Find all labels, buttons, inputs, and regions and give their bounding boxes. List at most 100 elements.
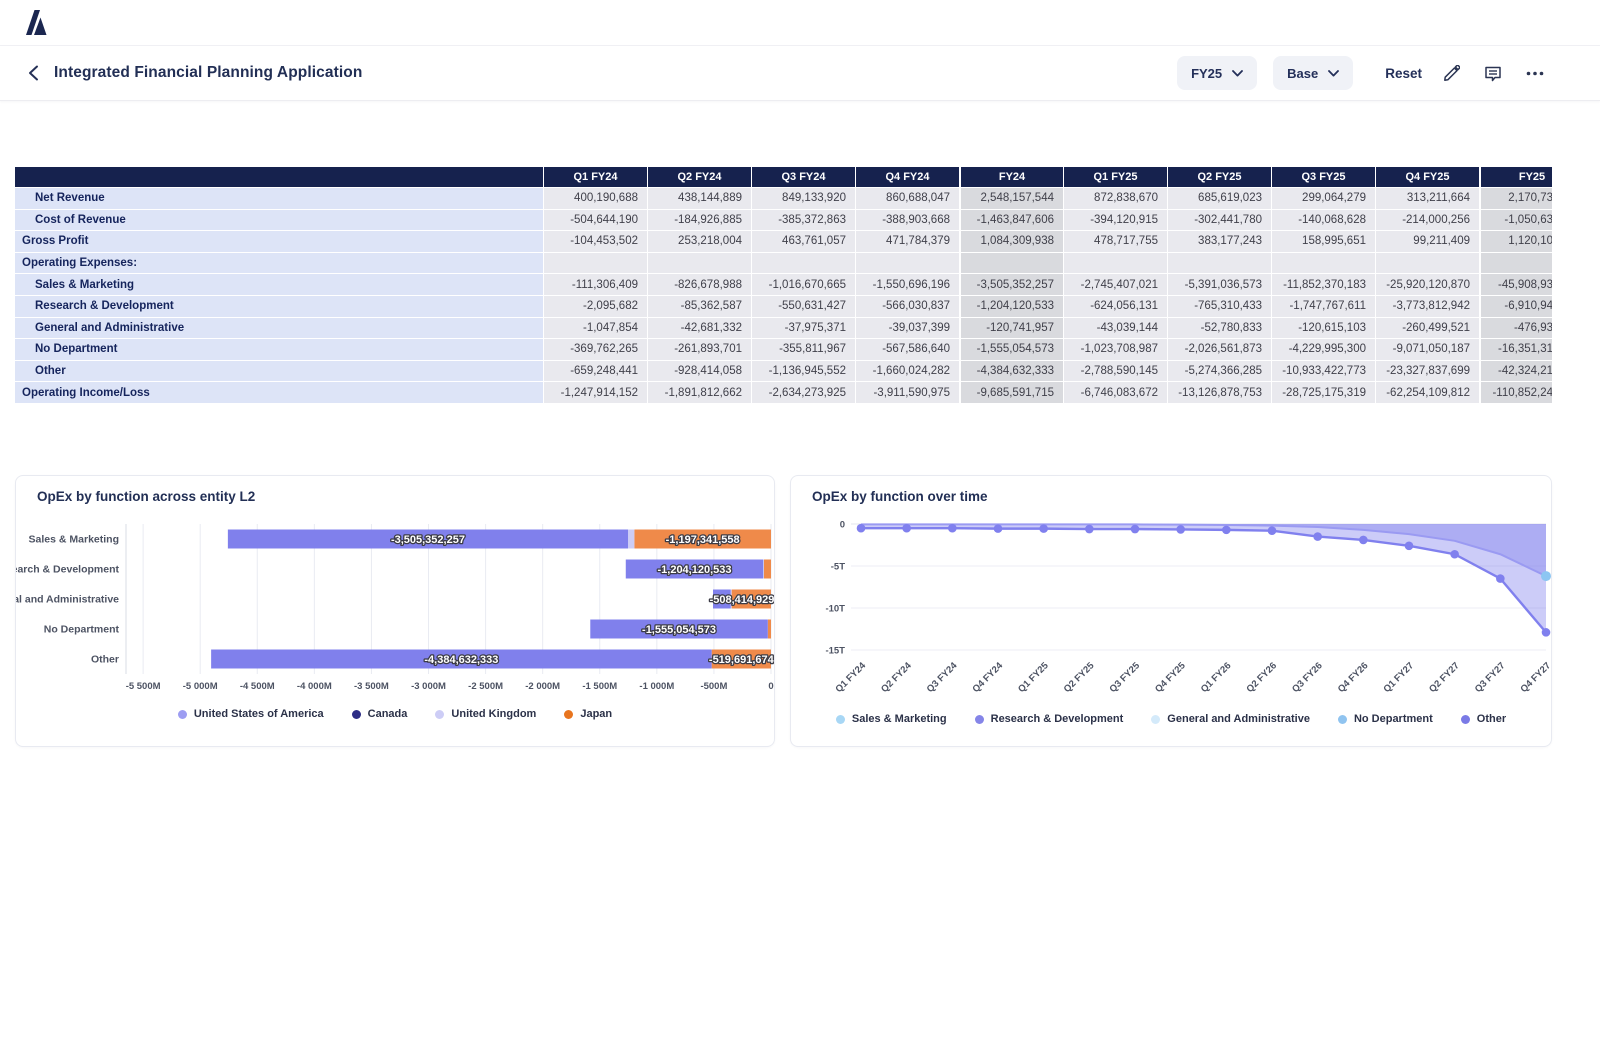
column-header[interactable]: Q3 FY24 [751, 167, 855, 188]
column-header[interactable]: Q1 FY24 [543, 167, 647, 188]
column-header[interactable]: Q3 FY25 [1271, 167, 1375, 188]
legend-item[interactable]: Sales & Marketing [836, 713, 947, 725]
data-point[interactable] [1405, 542, 1414, 551]
cell-value[interactable]: -62,254,109,812 [1375, 382, 1479, 404]
column-header[interactable]: Q4 FY25 [1375, 167, 1479, 188]
column-header[interactable]: FY24 [959, 167, 1063, 188]
row-label[interactable]: Operating Expenses: [15, 253, 543, 275]
cell-value[interactable]: -104,453,502 [543, 231, 647, 253]
comments-button[interactable] [1480, 60, 1506, 86]
reset-button[interactable]: Reset [1385, 66, 1422, 81]
legend-item[interactable]: United States of America [178, 708, 324, 720]
data-point[interactable] [1359, 536, 1368, 545]
cell-value[interactable]: -6,910,94 [1479, 296, 1552, 318]
data-point[interactable] [948, 524, 957, 533]
row-label[interactable]: Other [15, 361, 543, 383]
legend-item[interactable]: Canada [352, 708, 408, 720]
cell-value[interactable]: -2,095,682 [543, 296, 647, 318]
data-point[interactable] [857, 524, 866, 533]
cell-value[interactable]: -9,685,591,715 [959, 382, 1063, 404]
row-label[interactable]: Cost of Revenue [15, 210, 543, 232]
back-button[interactable] [24, 64, 42, 82]
cell-value[interactable]: 2,170,73 [1479, 188, 1552, 210]
legend-item[interactable]: Research & Development [975, 713, 1124, 725]
cell-value[interactable]: -16,351,31 [1479, 339, 1552, 361]
cell-value[interactable]: -39,037,399 [855, 318, 959, 340]
cell-value[interactable]: -110,852,24 [1479, 382, 1552, 404]
cell-value[interactable]: 1,084,309,938 [959, 231, 1063, 253]
cell-value[interactable]: -120,615,103 [1271, 318, 1375, 340]
cell-value[interactable] [1375, 253, 1479, 275]
bar-segment[interactable] [763, 560, 764, 579]
cell-value[interactable]: -385,372,863 [751, 210, 855, 232]
row-label[interactable]: No Department [15, 339, 543, 361]
cell-value[interactable]: -2,788,590,145 [1063, 361, 1167, 383]
cell-value[interactable]: -5,391,036,573 [1167, 274, 1271, 296]
cell-value[interactable]: -43,039,144 [1063, 318, 1167, 340]
cell-value[interactable]: 463,761,057 [751, 231, 855, 253]
cell-value[interactable]: -1,891,812,662 [647, 382, 751, 404]
cell-value[interactable]: -476,93 [1479, 318, 1552, 340]
cell-value[interactable]: -3,911,590,975 [855, 382, 959, 404]
cell-value[interactable] [751, 253, 855, 275]
cell-value[interactable]: -3,773,812,942 [1375, 296, 1479, 318]
cell-value[interactable]: -302,441,780 [1167, 210, 1271, 232]
cell-value[interactable]: -25,920,120,870 [1375, 274, 1479, 296]
cell-value[interactable]: -28,725,175,319 [1271, 382, 1375, 404]
cell-value[interactable]: -6,746,083,672 [1063, 382, 1167, 404]
cell-value[interactable] [1063, 253, 1167, 275]
cell-value[interactable]: -550,631,427 [751, 296, 855, 318]
cell-value[interactable] [1479, 253, 1552, 275]
legend-item[interactable]: Japan [564, 708, 612, 720]
cell-value[interactable]: 299,064,279 [1271, 188, 1375, 210]
version-selector[interactable]: Base [1273, 56, 1353, 90]
legend-item[interactable]: No Department [1338, 713, 1433, 725]
row-label[interactable]: Gross Profit [15, 231, 543, 253]
cell-value[interactable]: -1,550,696,196 [855, 274, 959, 296]
cell-value[interactable]: -42,681,332 [647, 318, 751, 340]
cell-value[interactable]: -1,204,120,533 [959, 296, 1063, 318]
cell-value[interactable]: -928,414,058 [647, 361, 751, 383]
cell-value[interactable]: -659,248,441 [543, 361, 647, 383]
cell-value[interactable]: -1,047,854 [543, 318, 647, 340]
cell-value[interactable]: 685,619,023 [1167, 188, 1271, 210]
cell-value[interactable]: 1,120,10 [1479, 231, 1552, 253]
cell-value[interactable]: -85,362,587 [647, 296, 751, 318]
cell-value[interactable]: -3,505,352,257 [959, 274, 1063, 296]
data-point[interactable] [1039, 524, 1048, 533]
cell-value[interactable]: -1,023,708,987 [1063, 339, 1167, 361]
edit-button[interactable] [1438, 60, 1464, 86]
cell-value[interactable] [647, 253, 751, 275]
cell-value[interactable]: -23,327,837,699 [1375, 361, 1479, 383]
cell-value[interactable]: -1,660,024,282 [855, 361, 959, 383]
row-label[interactable]: Net Revenue [15, 188, 543, 210]
column-header[interactable]: Q4 FY24 [855, 167, 959, 188]
data-point[interactable] [1176, 525, 1185, 534]
period-selector[interactable]: FY25 [1177, 56, 1257, 90]
cell-value[interactable]: -1,463,847,606 [959, 210, 1063, 232]
row-label[interactable]: General and Administrative [15, 318, 543, 340]
cell-value[interactable]: -567,586,640 [855, 339, 959, 361]
cell-value[interactable]: -10,933,422,773 [1271, 361, 1375, 383]
data-point[interactable] [1450, 550, 1459, 559]
cell-value[interactable] [1271, 253, 1375, 275]
cell-value[interactable]: 849,133,920 [751, 188, 855, 210]
cell-value[interactable]: -2,634,273,925 [751, 382, 855, 404]
row-label[interactable]: Sales & Marketing [15, 274, 543, 296]
cell-value[interactable]: 400,190,688 [543, 188, 647, 210]
cell-value[interactable]: 99,211,409 [1375, 231, 1479, 253]
data-point[interactable] [1542, 628, 1551, 637]
cell-value[interactable]: -11,852,370,183 [1271, 274, 1375, 296]
cell-value[interactable]: 158,995,651 [1271, 231, 1375, 253]
cell-value[interactable]: -45,908,93 [1479, 274, 1552, 296]
cell-value[interactable] [855, 253, 959, 275]
cell-value[interactable]: -1,136,945,552 [751, 361, 855, 383]
data-point[interactable] [1222, 526, 1231, 535]
cell-value[interactable]: -566,030,837 [855, 296, 959, 318]
cell-value[interactable] [959, 253, 1063, 275]
column-header[interactable]: FY25 [1479, 167, 1552, 188]
column-header[interactable]: Q2 FY24 [647, 167, 751, 188]
data-point[interactable] [1268, 526, 1277, 535]
cell-value[interactable]: -111,306,409 [543, 274, 647, 296]
cell-value[interactable]: -1,747,767,611 [1271, 296, 1375, 318]
